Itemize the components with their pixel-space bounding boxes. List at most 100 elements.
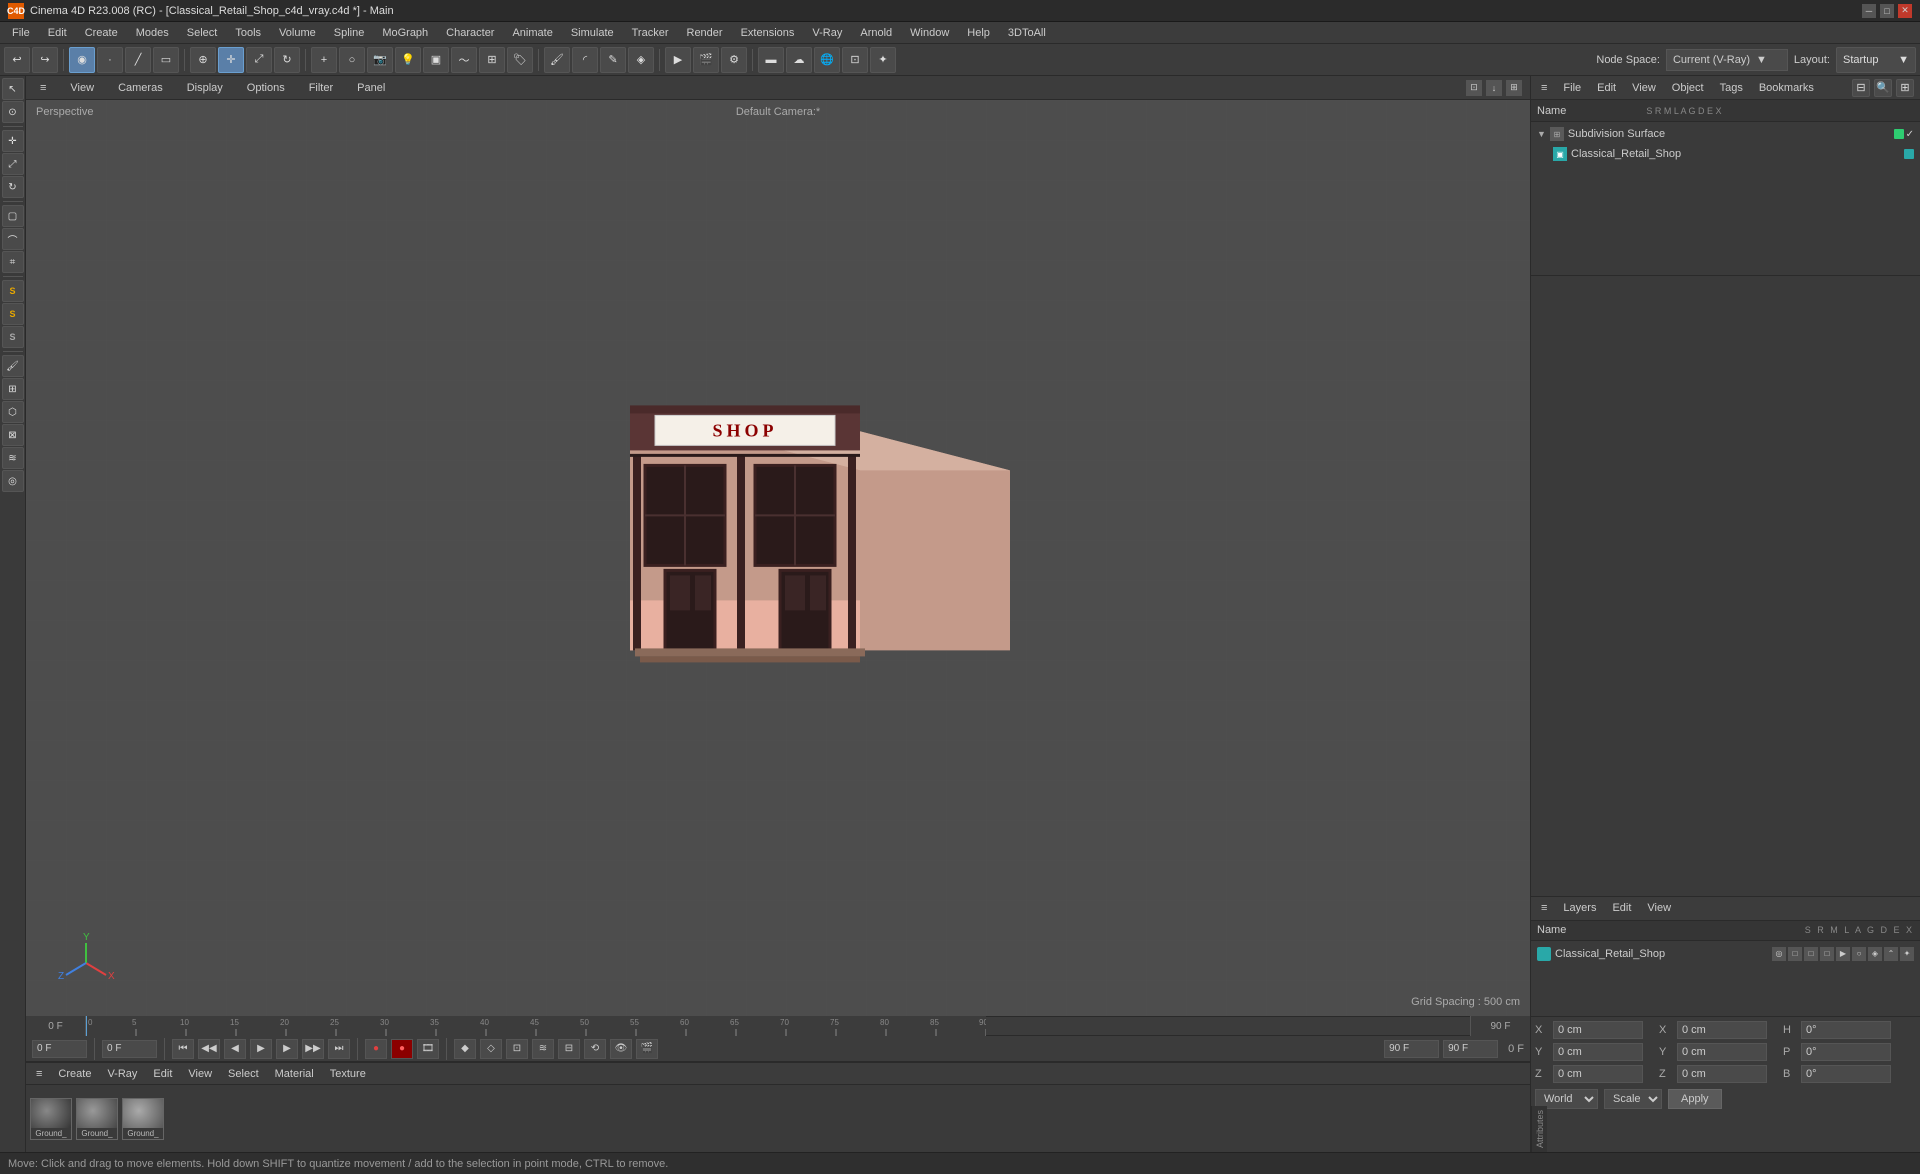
- om-menu-bookmarks[interactable]: Bookmarks: [1755, 80, 1818, 96]
- vp-menu-filter[interactable]: Filter: [303, 80, 339, 96]
- mat-menu-vray[interactable]: V-Ray: [103, 1066, 141, 1082]
- layers-menu-view[interactable]: View: [1643, 900, 1675, 916]
- env-btn[interactable]: 🌐: [814, 47, 840, 73]
- menu-vray[interactable]: V-Ray: [804, 25, 850, 41]
- coord-hpb-p[interactable]: [1677, 1043, 1767, 1061]
- coord-y-pos[interactable]: [1553, 1043, 1643, 1061]
- mat-menu-material[interactable]: Material: [271, 1066, 318, 1082]
- select-btn[interactable]: ⊕: [190, 47, 216, 73]
- layer-icon-lock[interactable]: □: [1820, 947, 1834, 961]
- render-preview-btn[interactable]: ▶: [665, 47, 691, 73]
- sidebar-s1-tool[interactable]: S: [2, 280, 24, 302]
- material-item-2[interactable]: Ground_: [76, 1098, 118, 1140]
- menu-tools[interactable]: Tools: [227, 25, 269, 41]
- mat-menu-texture[interactable]: Texture: [326, 1066, 370, 1082]
- sidebar-s2-tool[interactable]: S: [2, 303, 24, 325]
- coord-p-val[interactable]: [1801, 1043, 1891, 1061]
- node-space-dropdown[interactable]: Current (V-Ray) ▼: [1666, 49, 1788, 71]
- sidebar-knife-tool[interactable]: ⌗: [2, 251, 24, 273]
- timeline-mode-btn[interactable]: ≋: [532, 1039, 554, 1059]
- close-btn[interactable]: ✕: [1898, 4, 1912, 18]
- play-btn[interactable]: ▶: [250, 1039, 272, 1059]
- sidebar-param-tool[interactable]: ≋: [2, 447, 24, 469]
- vp-menu-options[interactable]: Options: [241, 80, 291, 96]
- layer-icon-manager[interactable]: □: [1804, 947, 1818, 961]
- menu-extensions[interactable]: Extensions: [733, 25, 803, 41]
- sidebar-move-tool[interactable]: ✛: [2, 130, 24, 152]
- layer-icon-play[interactable]: ▶: [1836, 947, 1850, 961]
- viewport[interactable]: Perspective Default Camera:*: [26, 100, 1530, 1016]
- layers-menu-layers[interactable]: Layers: [1559, 900, 1600, 916]
- om-layout-btn[interactable]: ⊞: [1896, 79, 1914, 97]
- vp-render-btn[interactable]: ↓: [1486, 80, 1502, 96]
- layer-icon-gen[interactable]: ◈: [1868, 947, 1882, 961]
- sidebar-paint-tool[interactable]: 🖌: [2, 355, 24, 377]
- material-item-3[interactable]: Ground_: [122, 1098, 164, 1140]
- timeline-preview-btn[interactable]: 👁: [610, 1039, 632, 1059]
- motion-clip-btn[interactable]: 🎞: [417, 1039, 439, 1059]
- menu-help[interactable]: Help: [959, 25, 998, 41]
- om-menu-file[interactable]: File: [1559, 80, 1585, 96]
- render-settings-btn[interactable]: ⚙: [721, 47, 747, 73]
- timeline-ruler-track[interactable]: // rendered inline 0 5 10 15 20: [86, 1016, 1470, 1036]
- sidebar-polygon-tool[interactable]: ▢: [2, 205, 24, 227]
- mat-menu-view[interactable]: View: [184, 1066, 216, 1082]
- menu-character[interactable]: Character: [438, 25, 502, 41]
- effector-btn[interactable]: ⊞: [479, 47, 505, 73]
- menu-animate[interactable]: Animate: [504, 25, 560, 41]
- null-btn[interactable]: ○: [339, 47, 365, 73]
- window-controls[interactable]: ─ □ ✕: [1862, 4, 1912, 18]
- prev-frame-btn[interactable]: ◀: [224, 1039, 246, 1059]
- om-menu-edit[interactable]: Edit: [1593, 80, 1620, 96]
- coord-z-pos[interactable]: [1553, 1065, 1643, 1083]
- light-btn[interactable]: 💡: [395, 47, 421, 73]
- next-frame-btn[interactable]: ▶: [276, 1039, 298, 1059]
- sidebar-pointer-tool[interactable]: ↖: [2, 78, 24, 100]
- sidebar-ring-tool[interactable]: ◎: [2, 470, 24, 492]
- object-manager-content[interactable]: ▼ ⊞ Subdivision Surface ✓ ▣ Classical_Re…: [1531, 122, 1920, 275]
- mode-edge-btn[interactable]: ╱: [125, 47, 151, 73]
- mat-menu-icon[interactable]: ≡: [32, 1066, 46, 1082]
- keyframe-del-btn[interactable]: ◇: [480, 1039, 502, 1059]
- menu-simulate[interactable]: Simulate: [563, 25, 622, 41]
- om-filter-btn[interactable]: ⊟: [1852, 79, 1870, 97]
- mode-pts-btn[interactable]: ·: [97, 47, 123, 73]
- layer-icon-solo[interactable]: ○: [1852, 947, 1866, 961]
- sidebar-scale-tool[interactable]: ⤢: [2, 153, 24, 175]
- material-item-1[interactable]: Ground_: [30, 1098, 72, 1140]
- om-menu-tags[interactable]: Tags: [1716, 80, 1747, 96]
- om-search-btn[interactable]: 🔍: [1874, 79, 1892, 97]
- uvw-btn[interactable]: ◈: [628, 47, 654, 73]
- layout-dropdown[interactable]: Startup▼: [1836, 47, 1916, 73]
- menu-modes[interactable]: Modes: [128, 25, 177, 41]
- timeline-range-btn[interactable]: ⊟: [558, 1039, 580, 1059]
- layer-icon-eye[interactable]: ◎: [1772, 947, 1786, 961]
- mode-poly-btn[interactable]: ▭: [153, 47, 179, 73]
- keyframe-add-btn[interactable]: ◆: [454, 1039, 476, 1059]
- bp-btn[interactable]: ✎: [600, 47, 626, 73]
- end-frame2-input[interactable]: [1443, 1040, 1498, 1058]
- sidebar-checker-tool[interactable]: ⊠: [2, 424, 24, 446]
- snap-btn[interactable]: ⊡: [842, 47, 868, 73]
- mat-menu-edit[interactable]: Edit: [149, 1066, 176, 1082]
- coord-scale-dropdown[interactable]: Scale Size: [1604, 1089, 1662, 1109]
- layer-icon-deform[interactable]: ⌃: [1884, 947, 1898, 961]
- menu-edit[interactable]: Edit: [40, 25, 75, 41]
- redo-btn[interactable]: ↪: [32, 47, 58, 73]
- paint-btn[interactable]: 🖌: [544, 47, 570, 73]
- vp-menu-icon[interactable]: ≡: [34, 80, 52, 96]
- move-btn[interactable]: ✛: [218, 47, 244, 73]
- layers-menu-edit[interactable]: Edit: [1608, 900, 1635, 916]
- frame-rate-input[interactable]: [102, 1040, 157, 1058]
- coord-apply-btn[interactable]: Apply: [1668, 1089, 1722, 1109]
- vp-menu-view[interactable]: View: [64, 80, 100, 96]
- menu-volume[interactable]: Volume: [271, 25, 324, 41]
- mat-menu-create[interactable]: Create: [54, 1066, 95, 1082]
- coord-hpb-b[interactable]: [1677, 1065, 1767, 1083]
- coord-hpb-h[interactable]: [1677, 1021, 1767, 1039]
- menu-3dtoall[interactable]: 3DToAll: [1000, 25, 1054, 41]
- render-btn[interactable]: 🎬: [693, 47, 719, 73]
- end-frame-input[interactable]: [1384, 1040, 1439, 1058]
- timeline-anim-btn[interactable]: 🎬: [636, 1039, 658, 1059]
- vp-menu-display[interactable]: Display: [181, 80, 229, 96]
